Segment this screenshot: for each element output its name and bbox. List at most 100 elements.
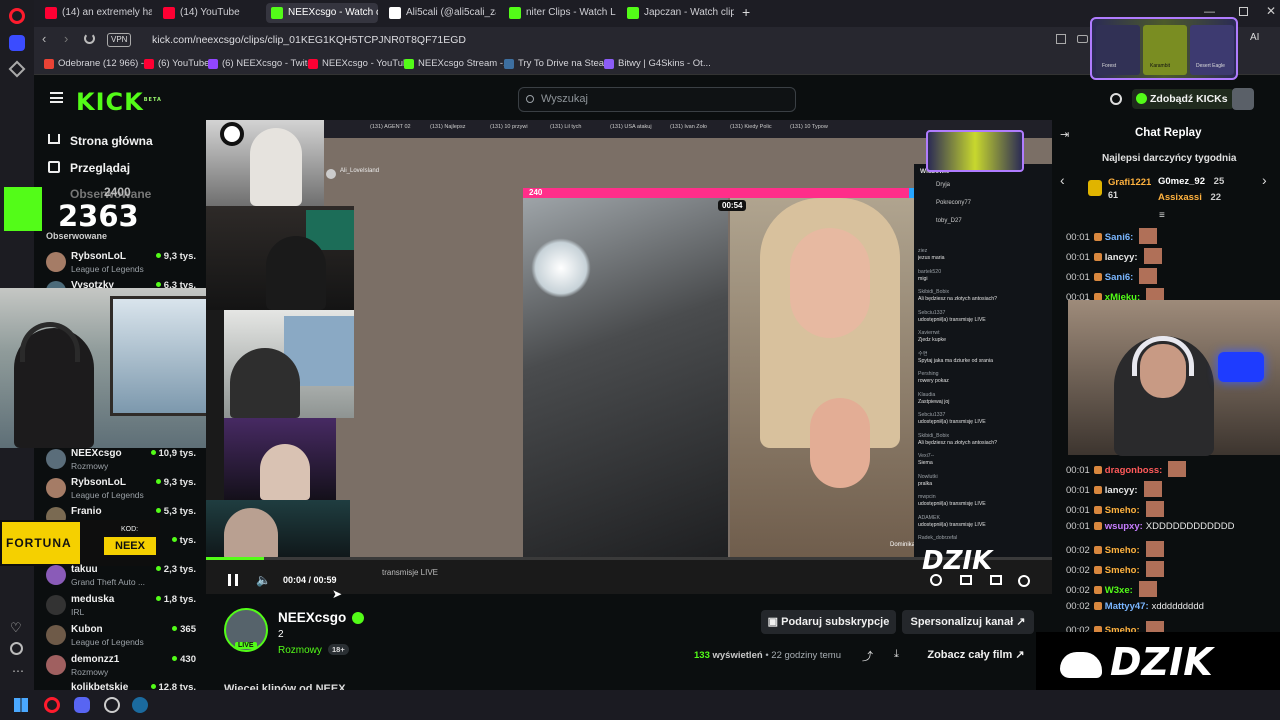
more-icon[interactable]: ⋯ <box>12 664 24 678</box>
get-kicks-button[interactable]: Zdobądź KICKs <box>1132 89 1234 109</box>
badge-icon <box>1093 253 1102 261</box>
collapse-chat-icon[interactable]: ⇥ <box>1060 128 1069 141</box>
following-item[interactable]: meduska IRL 1,8 tys. <box>46 594 196 620</box>
inner-tab: (131) AGENT 02 <box>370 124 411 130</box>
person-figure <box>224 508 278 560</box>
customize-button[interactable]: Spersonalizuj kanał ↗ <box>902 610 1034 634</box>
settings-icon[interactable] <box>930 574 942 586</box>
chat-username[interactable]: lancyy: <box>1105 252 1138 263</box>
ticker-text: transmisje LIVE <box>382 568 439 577</box>
volume-icon[interactable]: 🔈 <box>256 573 271 587</box>
bookmark-twitch[interactable]: (6) NEEXcsgo - Twitch <box>208 56 317 72</box>
emote-icon <box>1139 268 1158 284</box>
back-icon[interactable]: ‹ <box>42 31 46 46</box>
video-player[interactable]: (131) AGENT 02 (131) Najlepsz (131) 10 p… <box>206 120 1052 601</box>
bookmark-kick[interactable]: NEEXcsgo Stream -... <box>404 56 511 72</box>
channel-name[interactable]: NEEXcsgo <box>278 610 346 625</box>
opera-icon[interactable] <box>44 697 60 713</box>
following-item[interactable]: NEEXcsgo Rozmowy 10,9 tys. <box>46 448 196 474</box>
url-field[interactable]: kick.com/neexcsgo/clips/clip_01KEG1KQH5T… <box>152 30 1202 50</box>
chat-username[interactable]: Smeho: <box>1105 505 1140 516</box>
bookmark-g4skins[interactable]: Bitwy | G4Skins - Ot... <box>604 56 711 72</box>
pip-icon[interactable] <box>1018 575 1030 587</box>
chat-username[interactable]: W3xe: <box>1105 585 1133 596</box>
chat-username[interactable]: Smeho: <box>1105 565 1140 576</box>
logo-text: KICK <box>76 88 144 116</box>
bookmark-gmail[interactable]: Odebrane (12 966) -... <box>44 56 152 72</box>
chat-username[interactable]: wsupxy: <box>1105 521 1143 532</box>
close-icon[interactable]: ✕ <box>1266 4 1276 18</box>
following-item[interactable]: RybsonLoL League of Legends 9,3 tys. <box>46 477 196 503</box>
chat-message: 00:01 lancyy: <box>1066 481 1162 497</box>
forward-icon[interactable]: › <box>64 31 68 46</box>
chat-username[interactable]: Mattyy47: <box>1105 601 1149 612</box>
full-video-button[interactable]: Zobacz cały film ↗ <box>920 643 1032 667</box>
gifters-prev-icon[interactable]: ‹ <box>1060 172 1065 188</box>
tab-youtube-2[interactable]: (14) YouTube <box>158 3 270 23</box>
steam-settings-icon[interactable] <box>104 697 120 713</box>
inner-chat-message: Xavierrwt Zjedz kupke <box>918 330 1050 344</box>
download-icon[interactable]: ⤓ <box>894 648 899 661</box>
category-link[interactable]: Rozmowy <box>278 645 322 656</box>
fullscreen-icon[interactable] <box>990 575 1002 585</box>
steam-icon[interactable] <box>132 697 148 713</box>
pinboard-icon[interactable] <box>8 60 26 78</box>
gifter-item[interactable]: Grafi1221 61 <box>1088 176 1151 206</box>
gifters-expand-icon[interactable]: ≡ <box>1159 210 1165 221</box>
gift-sub-button[interactable]: ▣ Podaruj subskrypcje <box>761 610 896 634</box>
chat-username[interactable]: dragonboss: <box>1105 465 1163 476</box>
tab-niter[interactable]: niter Clips - Watch Live on <box>504 3 616 23</box>
opera-logo-icon[interactable] <box>9 8 25 24</box>
kick-logo[interactable]: KICKBETA <box>76 88 162 116</box>
inner-viewer: Pokrecony77 <box>936 200 972 206</box>
bookmark-youtube[interactable]: (6) YouTube <box>144 56 209 72</box>
reload-icon[interactable] <box>84 33 95 44</box>
code-label: KOD: <box>121 526 139 533</box>
discord-icon[interactable] <box>74 697 90 713</box>
history-icon[interactable] <box>10 642 23 655</box>
full-video-label: Zobacz cały film <box>927 649 1013 661</box>
tab-japczan[interactable]: Japczan - Watch clips on <box>622 3 734 23</box>
following-item[interactable]: RybsonLoL League of Legends 9,3 tys. <box>46 251 196 277</box>
gifter-count: 22 <box>1210 192 1222 203</box>
vpn-badge[interactable]: VPN <box>107 33 132 47</box>
bookmark-yt-neex[interactable]: NEEXcsgo - YouTube <box>308 56 414 72</box>
chat-timestamp: 00:01 <box>1066 505 1090 516</box>
maximize-icon[interactable] <box>1239 7 1248 16</box>
gifter-item[interactable]: G0mez_92 25 <box>1158 176 1268 190</box>
new-tab-icon[interactable]: + <box>742 4 750 20</box>
following-category: League of Legends <box>71 264 144 274</box>
following-item[interactable]: demonzz1 Rozmowy 430 <box>46 654 196 680</box>
gifters-title: Najlepsi darczyńcy tygodnia <box>1102 153 1237 164</box>
user-avatar[interactable] <box>1232 88 1254 110</box>
share-icon[interactable]: ⤴ <box>862 648 873 664</box>
nav-home[interactable]: Strona główna <box>70 134 153 148</box>
chat-timestamp: 00:01 <box>1066 232 1090 243</box>
chat-username[interactable]: Sani6: <box>1105 232 1134 243</box>
workspace-icon[interactable] <box>9 35 25 51</box>
following-item[interactable]: Kubon League of Legends 365 <box>46 624 196 650</box>
camera-icon[interactable] <box>1077 35 1088 43</box>
menu-icon[interactable] <box>50 92 63 103</box>
inner-chat-text: jezus maria <box>918 255 945 261</box>
chat-username[interactable]: lancyy: <box>1105 485 1138 496</box>
tab-tiktok[interactable]: Ali5cali (@ali5cali_zapaso <box>384 3 496 23</box>
tab-neexcsgo[interactable]: NEEXcsgo - Watch cli <box>266 3 378 23</box>
nav-browse[interactable]: Przeglądaj <box>70 161 130 175</box>
chat-timestamp: 00:01 <box>1066 252 1090 263</box>
share-icon[interactable] <box>1056 34 1066 44</box>
following-item[interactable]: takuu Grand Theft Auto ... 2,3 tys. <box>46 564 196 590</box>
score-left: 240 <box>529 188 543 197</box>
tab-youtube-1[interactable]: (14) an extremely hard ga <box>40 3 152 23</box>
pause-button[interactable] <box>228 574 238 586</box>
heart-icon[interactable]: ♡ <box>10 620 22 636</box>
ai-button[interactable]: AI <box>1250 32 1259 43</box>
theater-icon[interactable] <box>960 575 972 585</box>
search-input[interactable]: Wyszukaj <box>518 87 796 112</box>
gifter-item[interactable]: Assixassi 22 <box>1158 192 1268 206</box>
windows-icon[interactable] <box>14 698 28 712</box>
activity-icon[interactable] <box>1110 93 1122 105</box>
bookmark-steam[interactable]: Try To Drive na Steam <box>504 56 612 72</box>
chat-username[interactable]: Sani6: <box>1105 272 1134 283</box>
chat-username[interactable]: Smeho: <box>1105 545 1140 556</box>
